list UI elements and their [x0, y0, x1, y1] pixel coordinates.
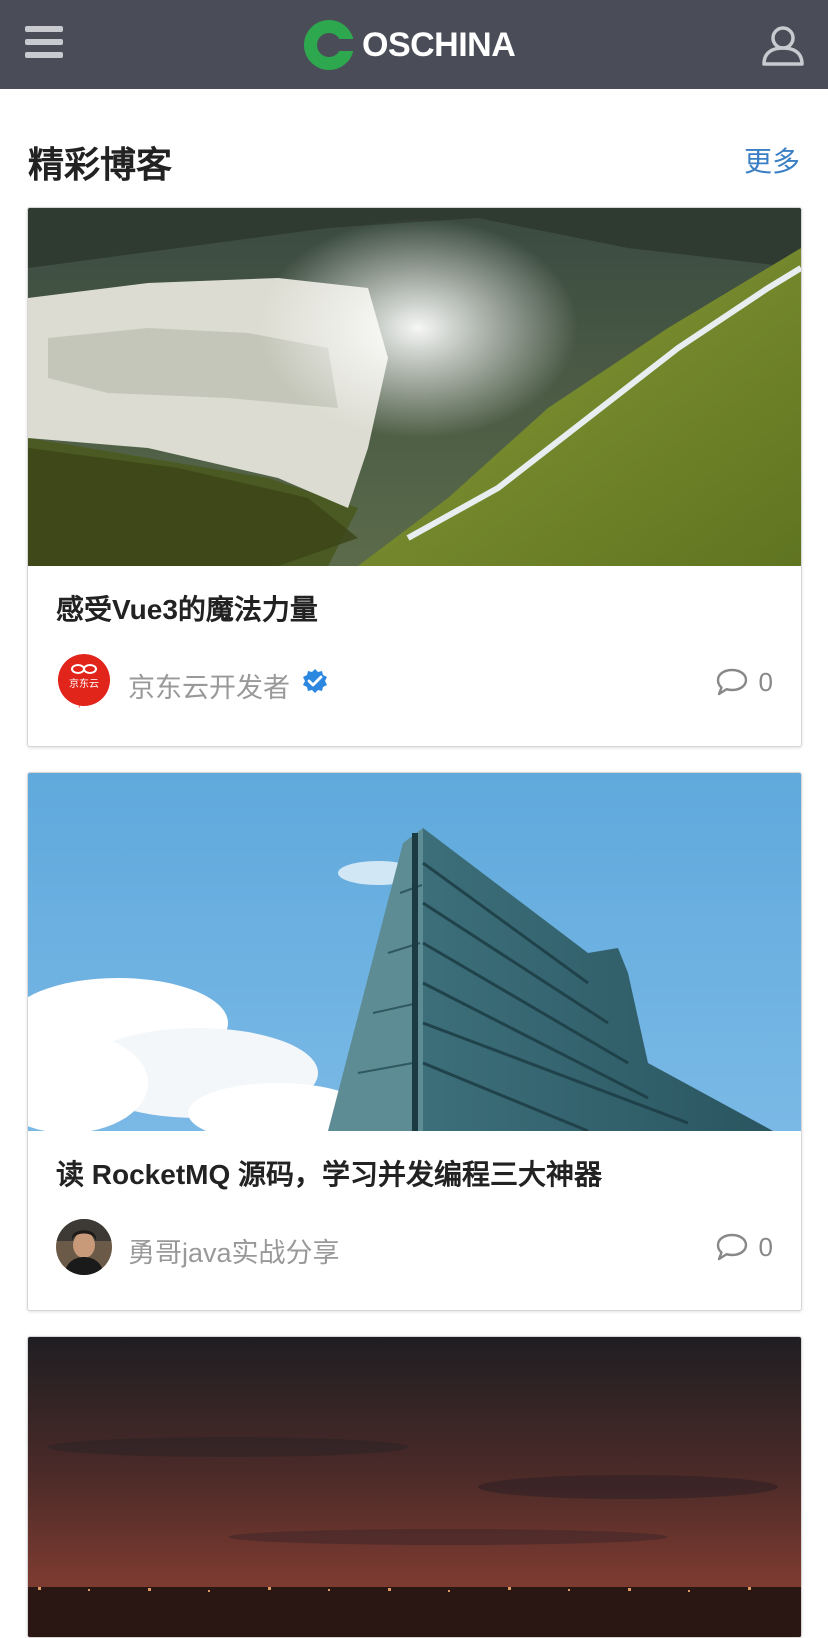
hamburger-menu-icon[interactable]	[25, 26, 63, 62]
logo-text: OSCHINA	[362, 25, 516, 64]
blog-title[interactable]: 感受Vue3的魔法力量	[56, 588, 318, 628]
top-navigation-bar: OSCHINA	[0, 0, 828, 89]
logo-c-icon	[304, 20, 356, 70]
author-row: 勇哥java实战分享 0	[56, 1219, 773, 1275]
avatar-text: 京东云	[69, 677, 99, 690]
comment-icon	[716, 1233, 747, 1261]
oschina-logo[interactable]: OSCHINA	[304, 19, 516, 71]
blog-title[interactable]: 读 RocketMQ 源码，学习并发编程三大神器	[56, 1153, 602, 1193]
user-avatar-icon[interactable]	[760, 22, 806, 68]
comment-count-value: 0	[758, 666, 773, 697]
comment-count-value: 0	[758, 1231, 773, 1262]
more-link[interactable]: 更多	[744, 140, 800, 180]
blog-card[interactable]: 读 RocketMQ 源码，学习并发编程三大神器 勇哥java实战分享 0	[27, 772, 802, 1311]
blog-cover-image	[28, 773, 801, 1131]
author-avatar[interactable]	[56, 1219, 112, 1275]
avatar-subtext: JOT	[78, 701, 89, 708]
author-avatar[interactable]: 京东云 JOT	[56, 654, 112, 710]
comment-icon	[716, 668, 747, 696]
author-name[interactable]: 勇哥java实战分享	[128, 1231, 340, 1270]
blog-card[interactable]	[27, 1336, 802, 1638]
verified-badge-icon	[303, 669, 327, 693]
blog-cover-image	[28, 1337, 801, 1637]
author-name[interactable]: 京东云开发者	[128, 666, 290, 705]
comment-count[interactable]: 0	[715, 664, 773, 700]
blog-cover-image	[28, 208, 801, 566]
section-title: 精彩博客	[28, 144, 173, 185]
comment-count[interactable]: 0	[715, 1229, 773, 1265]
author-row: 京东云 JOT 京东云开发者 0	[56, 654, 773, 710]
section-header: 精彩博客 更多	[28, 130, 800, 185]
blog-card[interactable]: 感受Vue3的魔法力量 京东云 JOT 京东云开发者 0	[27, 207, 802, 747]
